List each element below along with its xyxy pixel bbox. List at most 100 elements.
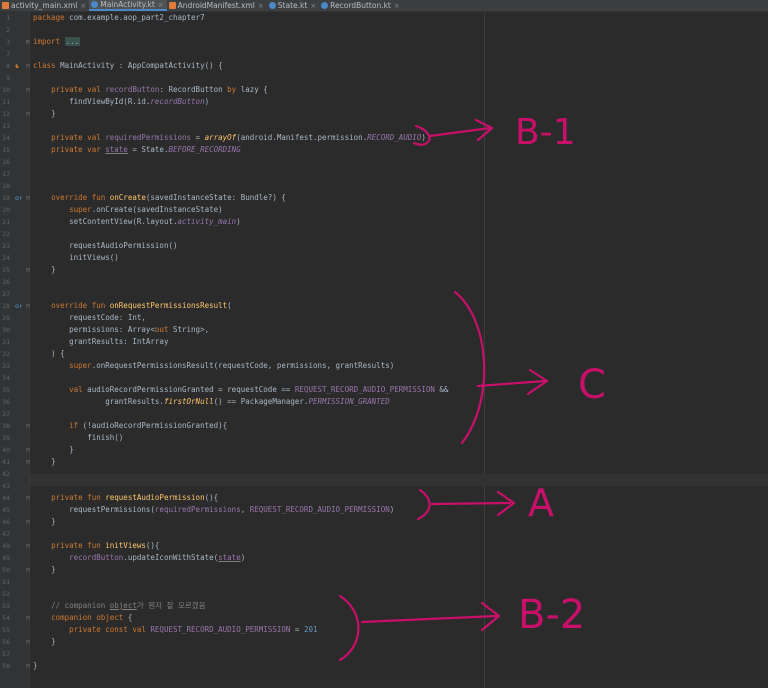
fold-collapse-icon[interactable]: ⊟ (26, 540, 30, 552)
line-number: 28 (2, 302, 10, 310)
line-number: 38 (2, 422, 10, 430)
code-text: requestAudioPermission() (69, 241, 178, 250)
code-line: 35 val audioRecordPermissionGranted = re… (0, 384, 768, 396)
code-text: override fun onRequestPermissionsResult( (51, 301, 232, 310)
code-line: 15 private var state = State.BEFORE_RECO… (0, 144, 768, 156)
code-line: 44 ⊟ private fun requestAudioPermission(… (0, 492, 768, 504)
code-text: requestPermissions(requiredPermissions, … (69, 505, 395, 514)
close-icon[interactable]: × (158, 1, 164, 9)
line-number: 57 (2, 650, 10, 658)
line-number: 54 (2, 614, 10, 622)
tab-label: MainActivity.kt (100, 0, 155, 9)
code-text: class MainActivity : AppCompatActivity()… (33, 61, 223, 70)
code-text: private const val REQUEST_RECORD_AUDIO_P… (69, 625, 318, 634)
code-line: 8 ♞ ⊟ class MainActivity : AppCompatActi… (0, 60, 768, 72)
line-number: 58 (2, 662, 10, 670)
line-number: 16 (2, 158, 10, 166)
fold-end-icon[interactable]: ⊟ (26, 564, 30, 576)
line-number: 39 (2, 434, 10, 442)
fold-end-icon[interactable]: ⊟ (26, 636, 30, 648)
fold-end-icon[interactable]: ⊟ (26, 456, 30, 468)
code-line: 47 (0, 528, 768, 540)
line-number: 30 (2, 326, 10, 334)
line-number: 52 (2, 590, 10, 598)
folded-imports[interactable]: ... (64, 37, 81, 46)
fold-end-icon[interactable]: ⊟ (26, 516, 30, 528)
code-text: ) { (51, 349, 65, 358)
line-number: 47 (2, 530, 10, 538)
code-text: } (69, 445, 74, 454)
run-class-icon[interactable]: ♞ (15, 60, 19, 72)
line-number: 14 (2, 134, 10, 142)
override-marker-icon[interactable]: o↑ (15, 300, 23, 312)
code-text: } (51, 265, 56, 274)
close-icon[interactable]: × (80, 2, 86, 10)
code-line: 32 ) { (0, 348, 768, 360)
tab-recordbutton-kt[interactable]: RecordButton.kt × (319, 0, 403, 11)
code-text: if (!audioRecordPermissionGranted){ (69, 421, 228, 430)
fold-end-icon[interactable]: ⊟ (26, 444, 30, 456)
fold-collapse-icon[interactable]: ⊟ (26, 612, 30, 624)
fold-end-icon[interactable]: ⊟ (26, 660, 30, 672)
tab-activity-main-xml[interactable]: activity_main.xml × (0, 0, 89, 11)
code-line: 39 finish() (0, 432, 768, 444)
code-text: companion object { (51, 613, 133, 622)
line-number: 31 (2, 338, 10, 346)
xml-file-icon (168, 2, 176, 9)
fold-end-icon[interactable]: ⊟ (26, 264, 30, 276)
code-text: import ... (33, 37, 81, 46)
code-line: 18 (0, 180, 768, 192)
fold-collapse-icon[interactable]: ⊟ (26, 492, 30, 504)
code-line: 12 ⊟ } (0, 108, 768, 120)
line-number: 23 (2, 242, 10, 250)
line-number: 48 (2, 542, 10, 550)
code-text: val audioRecordPermissionGranted = reque… (69, 385, 449, 394)
fold-expand-icon[interactable]: ⊞ (26, 36, 30, 48)
code-text: } (51, 565, 56, 574)
close-icon[interactable]: × (394, 2, 400, 10)
close-icon[interactable]: × (310, 2, 316, 10)
code-line: 14 private val requiredPermissions = arr… (0, 132, 768, 144)
close-icon[interactable]: × (258, 2, 264, 10)
code-text: } (33, 661, 38, 670)
fold-collapse-icon[interactable]: ⊟ (26, 192, 30, 204)
code-text: recordButton.updateIconWithState(state) (69, 553, 246, 562)
fold-collapse-icon[interactable]: ⊟ (26, 420, 30, 432)
code-line: 16 (0, 156, 768, 168)
tab-label: activity_main.xml (11, 1, 78, 10)
line-number: 29 (2, 314, 10, 322)
override-marker-icon[interactable]: o↑ (15, 192, 23, 204)
code-line: 25 ⊟ } (0, 264, 768, 276)
editor-tab-bar: activity_main.xml × MainActivity.kt × An… (0, 0, 768, 12)
code-line: 53 // companion object가 뭔지 잘 모르겠음 (0, 600, 768, 612)
fold-end-icon[interactable]: ⊟ (26, 108, 30, 120)
code-text: private val recordButton: RecordButton b… (51, 85, 268, 94)
code-line: 23 requestAudioPermission() (0, 240, 768, 252)
code-line: 55 private const val REQUEST_RECORD_AUDI… (0, 624, 768, 636)
line-number: 26 (2, 278, 10, 286)
code-line: 27 (0, 288, 768, 300)
code-line: 2 (0, 24, 768, 36)
code-text: private var state = State.BEFORE_RECORDI… (51, 145, 241, 154)
code-text: grantResults.firstOrNull() == PackageMan… (105, 397, 390, 406)
tab-mainactivity-kt[interactable]: MainActivity.kt × (89, 0, 167, 11)
tab-androidmanifest-xml[interactable]: AndroidManifest.xml × (167, 0, 267, 11)
code-line: 54 ⊟ companion object { (0, 612, 768, 624)
code-text: requestCode: Int, (69, 313, 146, 322)
code-text: override fun onCreate(savedInstanceState… (51, 193, 286, 202)
fold-collapse-icon[interactable]: ⊟ (26, 84, 30, 96)
code-line: 17 (0, 168, 768, 180)
code-text: findViewById(R.id.recordButton) (69, 97, 210, 106)
code-line: 19 o↑ ⊟ override fun onCreate(savedInsta… (0, 192, 768, 204)
fold-collapse-icon[interactable]: ⊟ (26, 60, 30, 72)
code-text: private fun initViews(){ (51, 541, 160, 550)
code-text: initViews() (69, 253, 119, 262)
fold-collapse-icon[interactable]: ⊟ (26, 300, 30, 312)
kotlin-file-icon (91, 1, 99, 8)
code-line: 56 ⊟ } (0, 636, 768, 648)
code-line: 29 requestCode: Int, (0, 312, 768, 324)
code-text: // companion object가 뭔지 잘 모르겠음 (51, 601, 206, 610)
line-number: 12 (2, 110, 10, 118)
tab-state-kt[interactable]: State.kt × (267, 0, 319, 11)
line-number: 53 (2, 602, 10, 610)
